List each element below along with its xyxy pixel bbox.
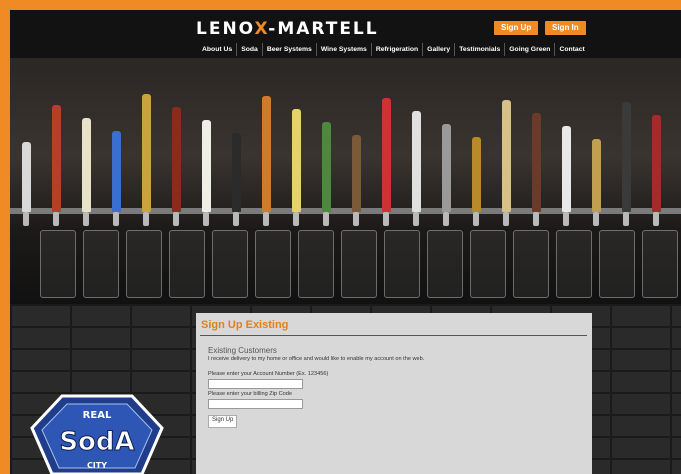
beer-glass xyxy=(384,230,420,298)
tap-spout xyxy=(23,212,29,226)
tap-handle xyxy=(52,105,61,212)
tap-spout xyxy=(173,212,179,226)
nav-gallery[interactable]: Gallery xyxy=(422,43,454,56)
logo-text-right: -MARTELL xyxy=(268,19,379,39)
nav-beer-systems[interactable]: Beer Systems xyxy=(261,43,316,56)
tap-handle xyxy=(442,124,451,212)
beer-glass xyxy=(341,230,377,298)
nav-contact[interactable]: Contact xyxy=(554,43,588,56)
tap-handle xyxy=(262,96,271,212)
tap-spout xyxy=(113,212,119,226)
tap-handle xyxy=(472,137,481,212)
beer-glass xyxy=(126,230,162,298)
nav-soda[interactable]: Soda xyxy=(236,43,262,56)
tap-handle xyxy=(22,142,31,212)
nav-about-us[interactable]: About Us xyxy=(198,43,236,56)
panel-title: Sign Up Existing xyxy=(201,319,289,331)
existing-customers-description: I receive delivery to my home or office … xyxy=(208,356,425,362)
tap-handle xyxy=(142,94,151,212)
tap-spout xyxy=(563,212,569,226)
beer-glass xyxy=(427,230,463,298)
account-number-input[interactable] xyxy=(208,379,303,389)
tap-spout xyxy=(293,212,299,226)
badge-main-text: SodA xyxy=(59,427,134,457)
tap-spout xyxy=(233,212,239,226)
account-number-label: Please enter your Account Number (Ex. 12… xyxy=(208,371,329,377)
beer-glass xyxy=(470,230,506,298)
main-nav: About Us Soda Beer Systems Wine Systems … xyxy=(198,43,589,56)
tap-spout xyxy=(623,212,629,226)
tap-spout xyxy=(593,212,599,226)
tap-handle xyxy=(592,139,601,212)
beer-glass xyxy=(255,230,291,298)
existing-customers-heading: Existing Customers xyxy=(208,346,277,355)
tap-handle xyxy=(202,120,211,212)
tap-handle xyxy=(382,98,391,212)
tap-spout xyxy=(83,212,89,226)
tap-spout xyxy=(413,212,419,226)
tap-handle xyxy=(82,118,91,212)
tap-spout xyxy=(383,212,389,226)
tap-spout xyxy=(203,212,209,226)
tap-handle xyxy=(502,100,511,212)
tap-spout xyxy=(53,212,59,226)
beer-glass xyxy=(556,230,592,298)
signup-submit-button[interactable]: Sign Up xyxy=(208,415,238,428)
tap-handle xyxy=(232,133,241,212)
beer-glass xyxy=(513,230,549,298)
tap-handle xyxy=(322,122,331,212)
tap-handle xyxy=(652,115,661,212)
nav-wine-systems[interactable]: Wine Systems xyxy=(315,43,371,56)
nav-testimonials[interactable]: Testimonials xyxy=(454,43,504,56)
hero-image-beer-taps xyxy=(10,58,681,304)
badge-bottom-text: CITY xyxy=(87,461,107,470)
tap-spout xyxy=(653,212,659,226)
tap-handle xyxy=(622,102,631,212)
tap-spout xyxy=(263,212,269,226)
beer-glass xyxy=(169,230,205,298)
zip-code-label: Please enter your billing Zip Code xyxy=(208,391,292,397)
tap-spout xyxy=(473,212,479,226)
tap-spout xyxy=(143,212,149,226)
beer-glass xyxy=(212,230,248,298)
badge-top-text: REAL xyxy=(83,410,112,421)
site-logo[interactable]: LENOX-MARTELL xyxy=(196,19,379,39)
header-signup-button[interactable]: Sign Up xyxy=(494,21,539,35)
real-soda-city-badge: REAL SodA CITY xyxy=(30,394,164,474)
tap-spout xyxy=(443,212,449,226)
tap-spout xyxy=(533,212,539,226)
nav-refrigeration[interactable]: Refrigeration xyxy=(370,43,422,56)
tap-spout xyxy=(353,212,359,226)
tap-rail xyxy=(10,208,681,214)
tap-handle xyxy=(352,135,361,212)
tap-handle xyxy=(562,126,571,212)
logo-text-x: X xyxy=(254,19,269,39)
beer-glass xyxy=(298,230,334,298)
tap-handle xyxy=(412,111,421,212)
beer-glass xyxy=(642,230,678,298)
signup-existing-panel: Sign Up Existing Existing Customers I re… xyxy=(196,313,592,474)
panel-divider xyxy=(200,335,587,336)
header-signin-button[interactable]: Sign In xyxy=(545,21,586,35)
tap-spout xyxy=(503,212,509,226)
tap-handle xyxy=(292,109,301,212)
tap-handle xyxy=(532,113,541,212)
beer-glass xyxy=(599,230,635,298)
logo-text-left: LENO xyxy=(196,19,255,39)
tap-spout xyxy=(323,212,329,226)
beer-glass xyxy=(83,230,119,298)
tap-handle xyxy=(172,107,181,212)
tap-handle xyxy=(112,131,121,212)
beer-glass xyxy=(40,230,76,298)
zip-code-input[interactable] xyxy=(208,399,303,409)
nav-going-green[interactable]: Going Green xyxy=(504,43,554,56)
